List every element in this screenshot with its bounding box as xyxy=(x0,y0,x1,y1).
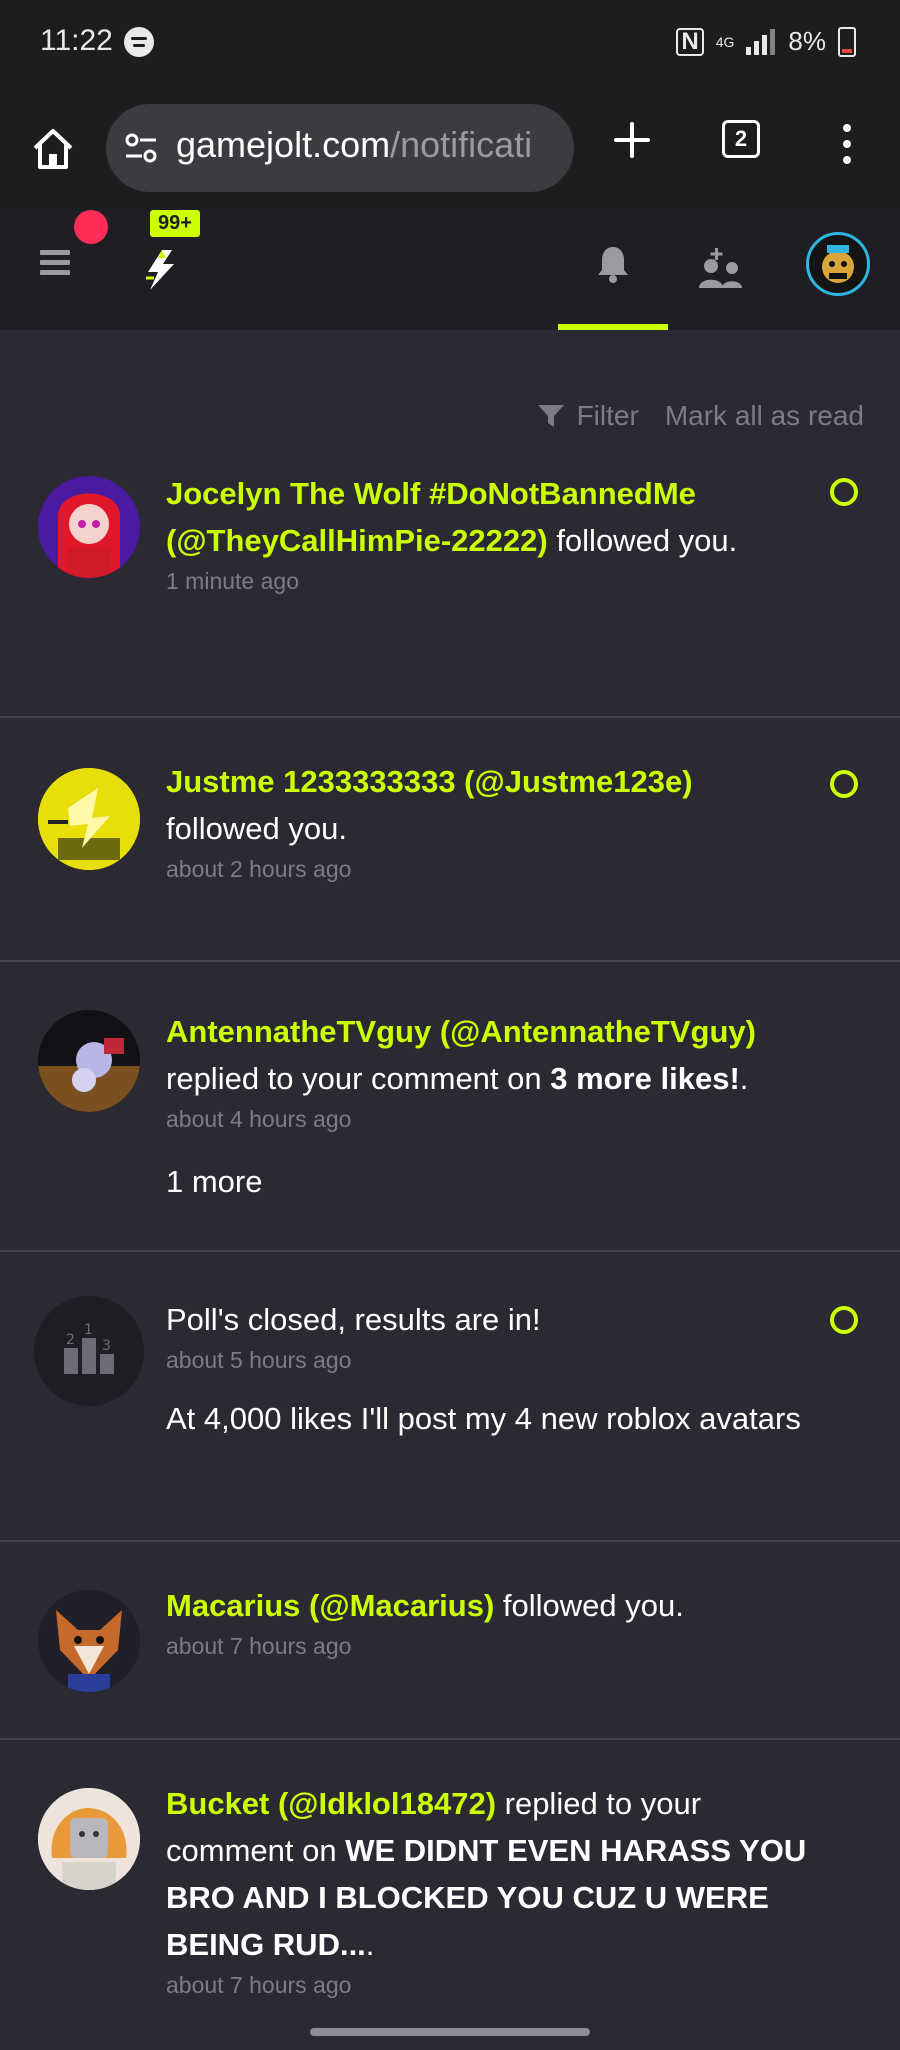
notification-suffix: . xyxy=(365,1927,375,1962)
more-menu-icon[interactable] xyxy=(842,124,852,164)
poll-avatar: 213 xyxy=(34,1296,144,1406)
notification-dot xyxy=(74,210,108,244)
poll-description: At 4,000 likes I'll post my 4 new roblox… xyxy=(166,1401,801,1436)
notification-user-link[interactable]: Justme 1233333333 (@Justme123e) xyxy=(166,764,693,799)
notification-text: Justme 1233333333 (@Justme123e) followed… xyxy=(166,758,806,886)
mark-all-read-button[interactable]: Mark all as read xyxy=(665,400,864,432)
notification-item[interactable]: Bucket (@Idklol18472) replied to your co… xyxy=(0,1740,900,2050)
notification-time: about 5 hours ago xyxy=(166,1347,352,1373)
notification-action: replied to your comment on xyxy=(166,1061,551,1096)
spotify-icon xyxy=(124,27,154,57)
avatar[interactable] xyxy=(38,1788,140,1890)
network-type: 4G xyxy=(715,33,735,50)
bell-icon xyxy=(598,247,628,283)
notification-time: 1 minute ago xyxy=(166,568,299,594)
comment-target-link[interactable]: 3 more likes! xyxy=(550,1061,740,1096)
svg-text:2: 2 xyxy=(66,1332,75,1348)
address-bar[interactable]: gamejolt.com/notificati xyxy=(106,104,574,192)
notification-text: Poll's closed, results are in! about 5 h… xyxy=(166,1296,806,1442)
notification-time: about 4 hours ago xyxy=(166,1106,352,1132)
battery-percent: 8% xyxy=(788,26,826,56)
notification-user-link[interactable]: Bucket (@Idklol18472) xyxy=(166,1786,496,1821)
status-bar: 11:22 N 4G 8% xyxy=(0,0,900,86)
gamejolt-logo-icon[interactable] xyxy=(140,248,180,292)
url-host: gamejolt.com xyxy=(176,124,391,165)
url-text: gamejolt.com/notificati xyxy=(176,124,532,166)
filter-icon xyxy=(537,405,564,427)
unread-indicator[interactable] xyxy=(830,770,858,798)
notification-text: AntennatheTVguy (@AntennatheTVguy) repli… xyxy=(166,1008,866,1205)
site-header: 99+ xyxy=(0,210,900,330)
svg-text:3: 3 xyxy=(102,1338,111,1354)
status-time: 11:22 xyxy=(40,24,113,57)
notification-action: followed you. xyxy=(547,523,738,558)
notification-time: about 7 hours ago xyxy=(166,1633,352,1659)
more-replies-link[interactable]: 1 more xyxy=(166,1158,866,1205)
battery-icon xyxy=(838,26,856,57)
notification-text: Macarius (@Macarius) followed you. about… xyxy=(166,1582,806,1663)
menu-icon[interactable] xyxy=(40,250,70,280)
tab-switcher-button[interactable]: 2 xyxy=(722,120,760,158)
home-icon[interactable] xyxy=(30,126,76,172)
friend-requests-icon[interactable] xyxy=(696,244,746,294)
site-settings-icon[interactable] xyxy=(124,132,158,164)
notifications-toolbar: Filter Mark all as read xyxy=(537,400,864,432)
nfc-icon: N xyxy=(676,27,704,56)
notification-item[interactable]: Jocelyn The Wolf #DoNotBannedMe (@TheyCa… xyxy=(0,440,900,718)
browser-toolbar: gamejolt.com/notificati 2 xyxy=(0,86,900,210)
notification-text: Jocelyn The Wolf #DoNotBannedMe (@TheyCa… xyxy=(166,470,806,598)
filter-label: Filter xyxy=(576,400,639,431)
active-tab-indicator xyxy=(558,324,668,330)
unread-indicator[interactable] xyxy=(830,478,858,506)
signal-icon xyxy=(746,28,776,55)
notification-time: about 2 hours ago xyxy=(166,856,352,882)
notification-item[interactable]: 213 Poll's closed, results are in! about… xyxy=(0,1252,900,1542)
notification-user-link[interactable]: AntennatheTVguy (@AntennatheTVguy) xyxy=(166,1014,756,1049)
status-icons: N 4G 8% xyxy=(676,26,856,57)
notification-item[interactable]: Justme 1233333333 (@Justme123e) followed… xyxy=(0,718,900,962)
avatar[interactable] xyxy=(38,768,140,870)
notification-item[interactable]: Macarius (@Macarius) followed you. about… xyxy=(0,1542,900,1740)
notification-title: Poll's closed, results are in! xyxy=(166,1302,541,1337)
notification-item[interactable]: AntennatheTVguy (@AntennatheTVguy) repli… xyxy=(0,962,900,1252)
avatar[interactable] xyxy=(38,1010,140,1112)
notification-text: Bucket (@Idklol18472) replied to your co… xyxy=(166,1780,826,2002)
notification-time: about 7 hours ago xyxy=(166,1972,352,1998)
notification-action: followed you. xyxy=(494,1588,684,1623)
unread-indicator[interactable] xyxy=(830,1306,858,1334)
activity-badge: 99+ xyxy=(150,210,200,237)
notifications-tab[interactable] xyxy=(558,210,668,330)
notification-action: followed you. xyxy=(166,811,347,846)
notification-suffix: . xyxy=(739,1061,749,1096)
user-avatar[interactable] xyxy=(806,232,870,296)
poll-results-icon: 213 xyxy=(64,1322,114,1374)
avatar[interactable] xyxy=(38,1590,140,1692)
gesture-home-bar[interactable] xyxy=(310,2028,590,2036)
avatar[interactable] xyxy=(38,476,140,578)
svg-text:1: 1 xyxy=(84,1322,93,1338)
filter-button[interactable]: Filter xyxy=(537,400,639,432)
notification-user-link[interactable]: Macarius (@Macarius) xyxy=(166,1588,494,1623)
new-tab-icon[interactable] xyxy=(612,120,652,160)
url-path: /notificati xyxy=(390,124,533,165)
